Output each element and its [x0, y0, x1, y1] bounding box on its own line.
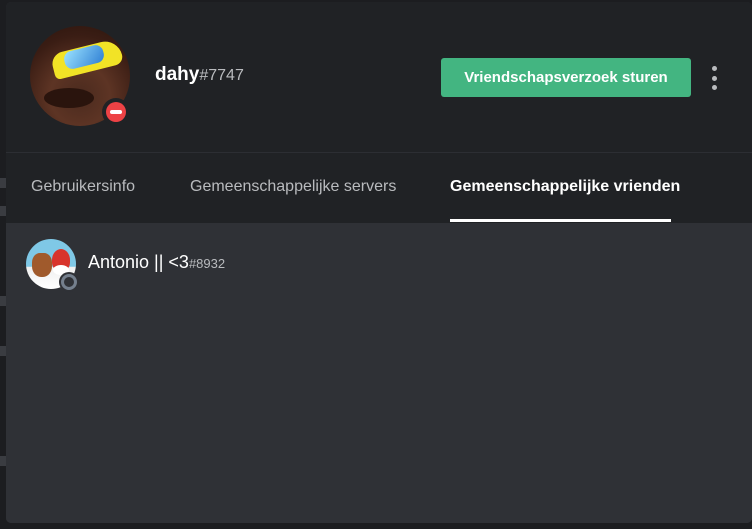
active-tab-indicator	[450, 219, 671, 222]
profile-header: dahy#7747 Vriendschapsverzoek sturen	[6, 2, 752, 152]
more-dot	[711, 75, 717, 81]
list-item[interactable]: Antonio || <3#8932	[26, 239, 225, 292]
send-friend-request-button[interactable]: Vriendschapsverzoek sturen	[441, 58, 691, 97]
friend-name-text: Antonio || <3	[88, 251, 189, 272]
friend-avatar-wrap	[26, 239, 79, 292]
username-discriminator: #7747	[199, 67, 244, 84]
tab-mutual-friends[interactable]: Gemeenschappelijke vrienden	[450, 178, 680, 196]
more-dot	[711, 85, 717, 90]
offline-status-icon	[59, 272, 79, 292]
avatar-mouth	[44, 88, 94, 108]
profile-avatar-wrap	[30, 26, 130, 126]
dnd-dot	[106, 102, 126, 122]
dnd-status-icon	[102, 98, 130, 126]
offline-ring	[61, 274, 77, 290]
profile-username: dahy#7747	[155, 64, 244, 86]
tab-mutual-servers[interactable]: Gemeenschappelijke servers	[190, 178, 396, 196]
mutual-friends-list: Antonio || <3#8932	[6, 223, 752, 523]
user-profile-modal: dahy#7747 Vriendschapsverzoek sturen Geb…	[6, 2, 752, 523]
more-vertical-icon[interactable]	[706, 66, 722, 90]
profile-tab-bar: Gebruikersinfo Gemeenschappelijke server…	[6, 152, 752, 223]
friend-discriminator: #8932	[188, 255, 226, 271]
friend-name: Antonio || <3#8932	[88, 252, 225, 273]
more-dot	[711, 66, 717, 71]
avatar-reindeer	[32, 253, 52, 277]
username-text: dahy	[155, 64, 200, 85]
tab-user-info[interactable]: Gebruikersinfo	[31, 178, 135, 196]
